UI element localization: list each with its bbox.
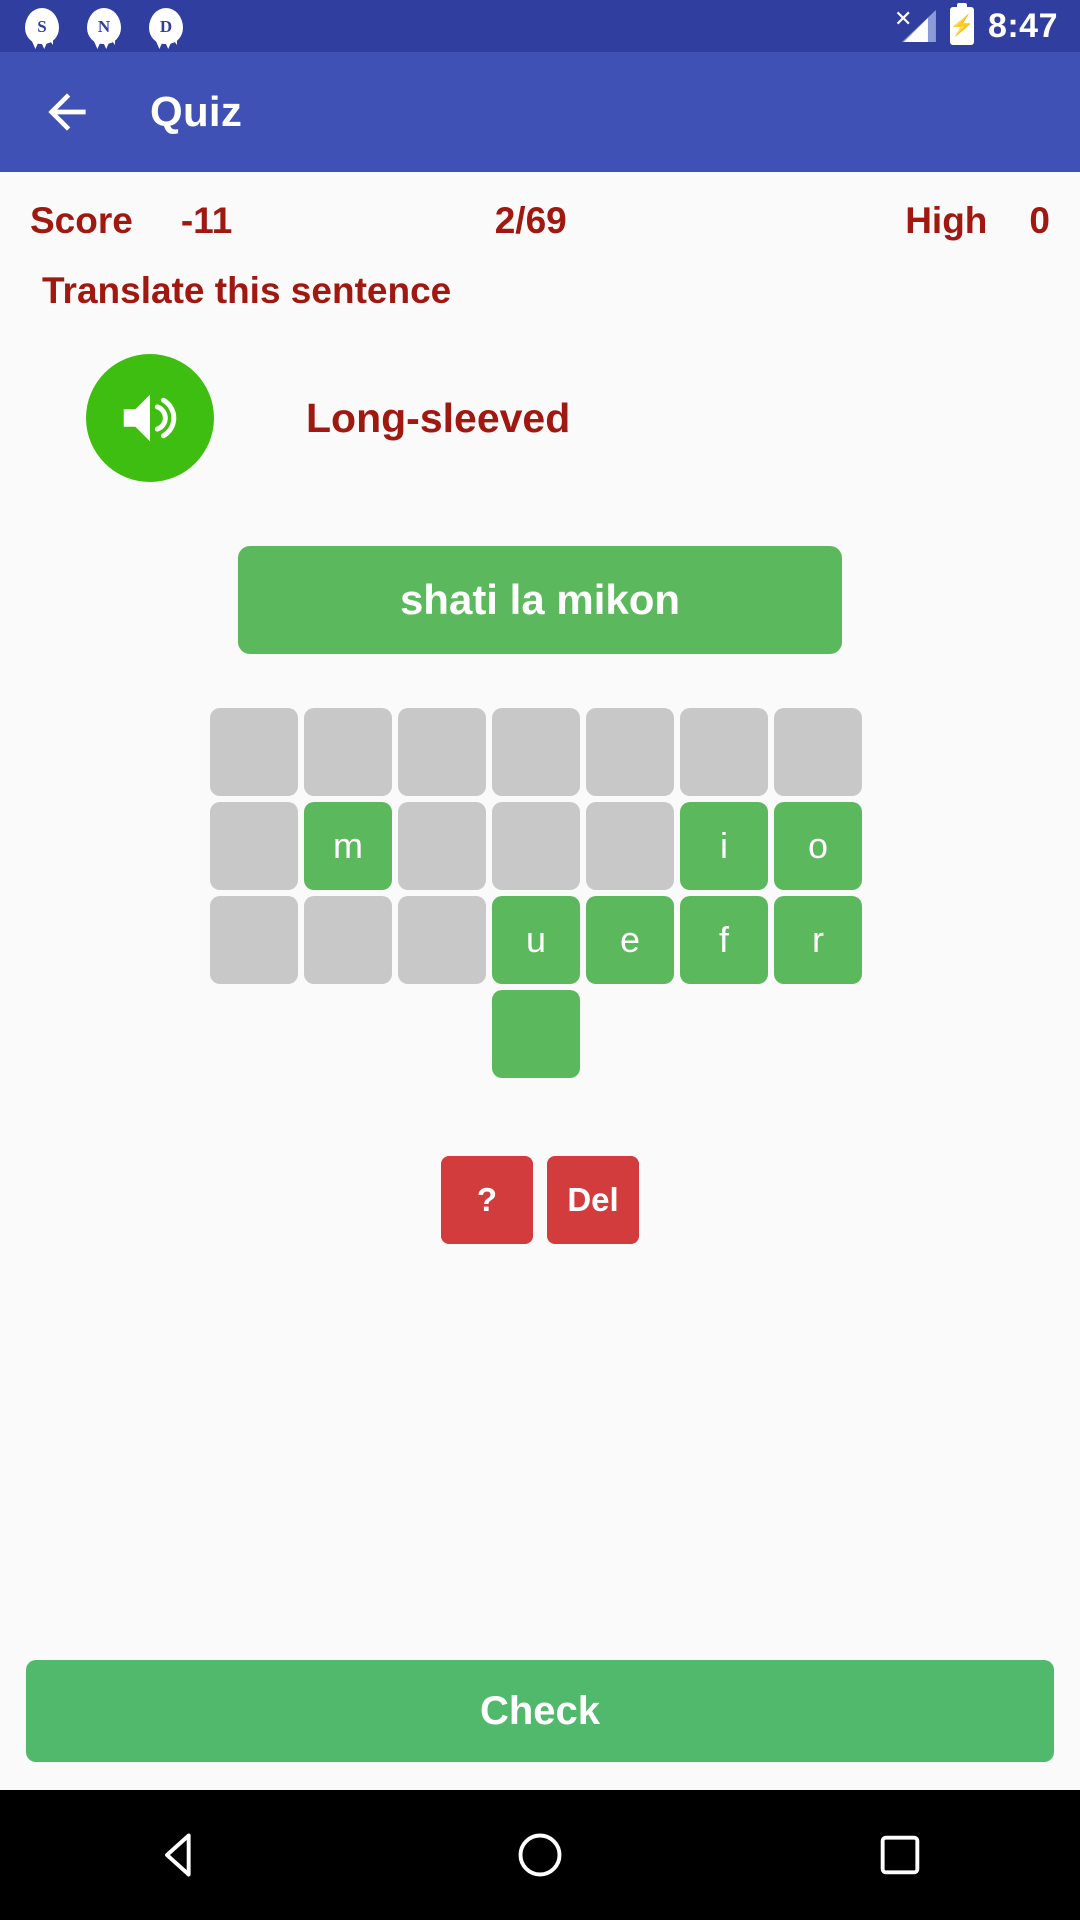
letter-tile[interactable]	[210, 708, 298, 796]
tile-spacer	[774, 990, 862, 1078]
status-bar-notifications: S N D	[22, 6, 186, 46]
action-button-row: ? Del	[0, 1156, 1080, 1244]
nav-home-circle-icon[interactable]	[480, 1795, 600, 1915]
score-label: Score	[30, 200, 133, 241]
letter-tile[interactable]: o	[774, 802, 862, 890]
notification-letter: D	[159, 16, 173, 36]
letter-tile[interactable]	[586, 802, 674, 890]
tile-row: u e f r	[210, 896, 870, 984]
notification-bubble-icon: D	[146, 6, 186, 46]
battery-charging-icon: ⚡	[949, 7, 974, 45]
letter-tile[interactable]: m	[304, 802, 392, 890]
phone-screen: S N D ✕ ⚡ 8:47 Quiz Score -11 2/69 High …	[0, 0, 1080, 1920]
back-arrow-icon[interactable]	[36, 81, 98, 143]
status-bar-system-icons: ✕ ⚡ 8:47	[892, 6, 1058, 46]
score-value: -11	[180, 200, 233, 241]
tile-spacer	[586, 990, 674, 1078]
instruction-text: Translate this sentence	[42, 270, 452, 311]
app-bar: Quiz	[0, 52, 1080, 172]
letter-tile[interactable]	[492, 802, 580, 890]
signal-no-service-icon: ✕	[892, 6, 936, 46]
answer-box[interactable]: shati la mikon	[238, 546, 842, 654]
delete-button[interactable]: Del	[547, 1156, 639, 1244]
high-score-value: 0	[1029, 200, 1050, 241]
tile-spacer	[398, 990, 486, 1078]
letter-tile[interactable]: e	[586, 896, 674, 984]
progress-counter: 2/69	[494, 200, 567, 241]
letter-tile[interactable]	[492, 708, 580, 796]
audio-prompt-row: Long-sleeved	[0, 354, 1080, 482]
notification-bubble-icon: N	[84, 6, 124, 46]
tile-spacer	[210, 990, 298, 1078]
notification-bubble-icon: S	[22, 6, 62, 46]
status-bar-clock: 8:47	[987, 6, 1058, 45]
tile-spacer	[680, 990, 768, 1078]
speaker-volume-icon[interactable]	[86, 354, 214, 482]
check-button[interactable]: Check	[26, 1660, 1054, 1762]
letter-tile[interactable]	[492, 990, 580, 1078]
quiz-content: Score -11 2/69 High 0 Translate this sen…	[0, 172, 1080, 1790]
check-button-container: Check	[0, 1660, 1080, 1790]
letter-tile[interactable]: f	[680, 896, 768, 984]
nav-recents-square-icon[interactable]	[840, 1795, 960, 1915]
letter-tile[interactable]: i	[680, 802, 768, 890]
tile-spacer	[304, 990, 392, 1078]
high-score-label: High	[905, 200, 988, 241]
hint-button[interactable]: ?	[441, 1156, 533, 1244]
status-bar: S N D ✕ ⚡ 8:47	[0, 0, 1080, 52]
letter-tile[interactable]	[680, 708, 768, 796]
notification-letter: S	[37, 16, 47, 36]
page-title: Quiz	[150, 88, 243, 135]
letter-tile[interactable]: u	[492, 896, 580, 984]
letter-tile[interactable]	[210, 802, 298, 890]
tile-row: m i o	[210, 802, 870, 890]
letter-tile[interactable]	[398, 708, 486, 796]
letter-tile[interactable]	[774, 708, 862, 796]
tile-row	[210, 990, 870, 1078]
letter-tile[interactable]	[398, 896, 486, 984]
letter-tile[interactable]	[304, 896, 392, 984]
score-row: Score -11 2/69 High 0	[0, 172, 1080, 242]
tile-row	[210, 708, 870, 796]
android-navigation-bar	[0, 1790, 1080, 1920]
letter-tile-grid: m i o u e f r	[210, 708, 870, 1078]
letter-tile[interactable]	[398, 802, 486, 890]
letter-tile[interactable]	[210, 896, 298, 984]
prompt-word: Long-sleeved	[306, 394, 571, 441]
letter-tile[interactable]: r	[774, 896, 862, 984]
nav-back-triangle-icon[interactable]	[120, 1795, 240, 1915]
letter-tile[interactable]	[304, 708, 392, 796]
notification-letter: N	[97, 16, 111, 36]
letter-tile[interactable]	[586, 708, 674, 796]
